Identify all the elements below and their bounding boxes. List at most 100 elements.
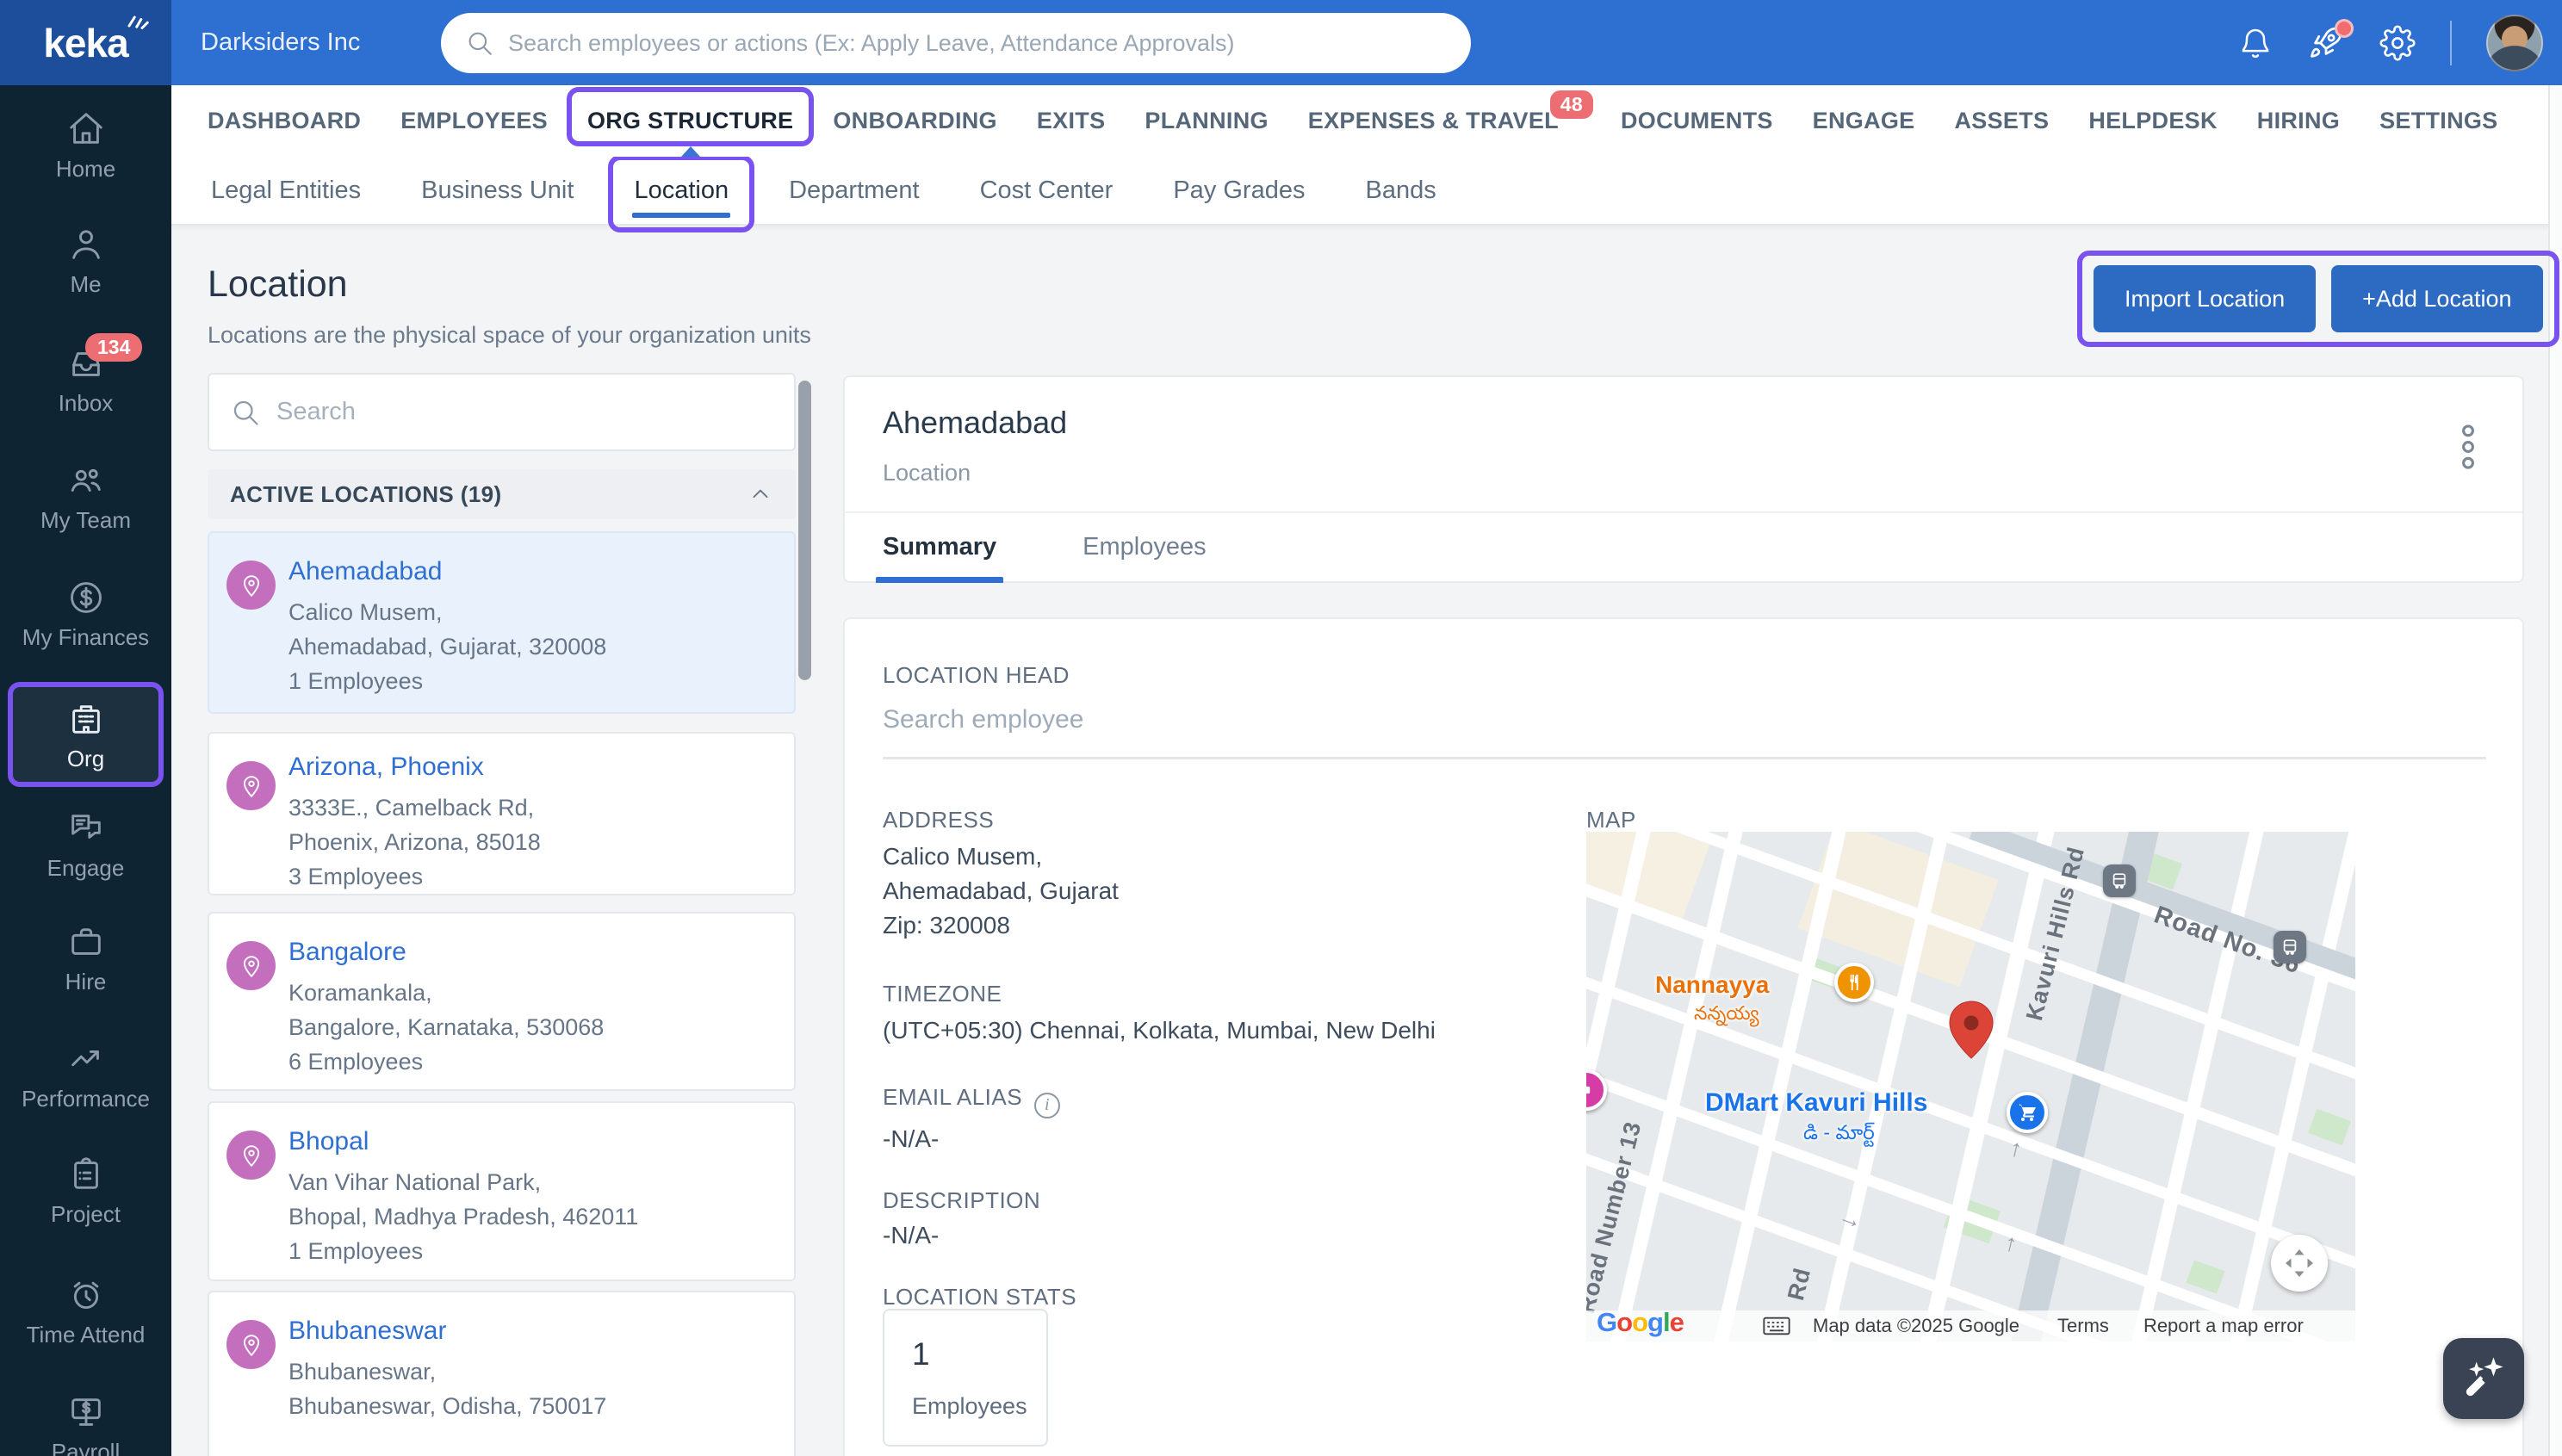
nav-documents[interactable]: DOCUMENTS [1621,85,1773,157]
subnav-cost-center[interactable]: Cost Center [980,157,1114,224]
sidebar-item-me[interactable]: Me [0,225,171,321]
restaurant-pin-icon[interactable] [1834,963,1874,1002]
nav-exits[interactable]: EXITS [1037,85,1106,157]
nav-org-structure[interactable]: ORG STRUCTURE [566,85,815,157]
map-green-area [2308,1108,2351,1146]
page-subtitle: Locations are the physical space of your… [208,322,811,348]
google-logo[interactable]: Google [1597,1307,1684,1338]
page-scrollbar[interactable] [2548,85,2562,1456]
sidebar-item-inbox[interactable]: 134 Inbox [0,333,171,440]
location-card-arizona[interactable]: Arizona, Phoenix 3333E., Camelback Rd, P… [208,732,796,895]
nav-engage[interactable]: ENGAGE [1813,85,1915,157]
location-search-input[interactable] [276,398,773,426]
keyboard-icon[interactable] [1763,1317,1790,1335]
clipboard-icon [73,1157,98,1189]
subnav-pay-grades[interactable]: Pay Grades [1173,157,1305,224]
nav-onboarding[interactable]: ONBOARDING [833,85,997,157]
nav-expenses-travel[interactable]: EXPENSES & TRAVEL 48 [1308,85,1593,157]
company-name: Darksiders Inc [201,28,361,56]
map-pan-control[interactable] [2271,1235,2328,1292]
magic-wand-button[interactable] [2443,1338,2524,1419]
address-zip: Zip: 320008 [883,912,1010,939]
location-pin-icon [226,761,276,810]
location-pin-icon [226,561,276,610]
settings-gear-icon[interactable] [2379,24,2416,61]
add-location-button[interactable]: +Add Location [2331,265,2543,332]
sidebar-item-hire[interactable]: Hire [0,922,171,1019]
subnav-department[interactable]: Department [789,157,920,224]
notifications-bell-icon[interactable] [2238,26,2273,60]
subnav-business-unit[interactable]: Business Unit [421,157,574,224]
sidebar-item-time-attend[interactable]: Time Attend [0,1275,171,1372]
description-value: -N/A- [883,1222,940,1248]
bus-stop-icon[interactable] [2103,864,2136,897]
location-card-bhopal[interactable]: Bhopal Van Vihar National Park, Bhopal, … [208,1101,796,1281]
sidebar-item-engage[interactable]: Engage [0,809,171,905]
chevron-up-icon [753,489,768,499]
list-scrollbar-thumb[interactable] [798,381,811,680]
sidebar-item-payroll[interactable]: Payroll [0,1392,171,1456]
location-marker-pin[interactable] [1948,1001,1994,1063]
keka-logo[interactable]: keka [0,0,171,85]
description-label: DESCRIPTION [883,1187,1041,1213]
location-card-bhubaneswar[interactable]: Bhubaneswar Bhubaneswar, Bhubaneswar, Od… [208,1291,796,1456]
location-card-bangalore[interactable]: Bangalore Koramankala, Bangalore, Karnat… [208,912,796,1091]
location-summary-panel: LOCATION HEAD ADDRESS Calico Musem, Ahem… [843,617,2524,1456]
location-card-ahemadabad[interactable]: Ahemadabad Calico Musem, Ahemadabad, Guj… [208,531,796,714]
summary-tab-underline [876,577,1004,583]
subnav-bands[interactable]: Bands [1365,157,1436,224]
address-label: ADDRESS [883,807,995,833]
nav-helpdesk[interactable]: HELPDESK [2088,85,2217,157]
sidebar-item-my-team[interactable]: My Team [0,461,171,557]
location-name[interactable]: Arizona, Phoenix [288,753,773,782]
info-icon[interactable]: i [1034,1092,1061,1118]
location-list-search[interactable] [208,373,796,451]
poi-nannayya-label[interactable]: Nannayya [1655,971,1769,999]
brand-text: keka [43,20,128,65]
nav-dashboard[interactable]: DASHBOARD [208,85,361,157]
bus-stop-icon[interactable] [2274,931,2306,963]
nav-employees[interactable]: EMPLOYEES [400,85,548,157]
sidebar-item-org[interactable]: Org [0,682,171,787]
google-map[interactable]: ↑ ↑ ↑ Kavuri Hills Rd Road No. 36 Road N… [1586,832,2355,1341]
poi-dmart-sublabel: డి - మార్ట్ [1803,1121,1875,1143]
location-name[interactable]: Ahemadabad [288,557,773,586]
poi-dmart-label[interactable]: DMart Kavuri Hills [1705,1088,1927,1118]
tab-employees[interactable]: Employees [1082,511,1206,583]
nav-settings[interactable]: SETTINGS [2379,85,2497,157]
nav-planning[interactable]: PLANNING [1145,85,1268,157]
import-location-button[interactable]: Import Location [2094,265,2317,332]
store-pin-icon[interactable] [2007,1092,2048,1133]
location-detail-header: Ahemadabad Location Summary Employees [843,375,2524,583]
topbar-divider [2450,20,2452,65]
location-employee-count: 6 Employees [288,1049,424,1075]
global-search[interactable] [441,13,1471,73]
sidebar-item-performance[interactable]: Performance [0,1039,171,1136]
page-title: Location [208,263,348,305]
sidebar-item-project[interactable]: Project [0,1155,171,1251]
location-name[interactable]: Bangalore [288,938,773,967]
subnav-legal-entities[interactable]: Legal Entities [211,157,361,224]
sidebar-item-my-finances[interactable]: My Finances [0,578,171,674]
active-locations-header[interactable]: ACTIVE LOCATIONS (19) [208,469,796,519]
nav-hiring[interactable]: HIRING [2257,85,2340,157]
location-head-search-input[interactable] [883,705,2486,734]
global-search-input[interactable] [508,29,1447,57]
detail-subtitle: Location [883,460,971,486]
timezone-value: (UTC+05:30) Chennai, Kolkata, Mumbai, Ne… [883,1017,1436,1044]
tab-summary[interactable]: Summary [876,511,1004,583]
location-employee-count: 1 Employees [288,1238,424,1264]
whats-new-rocket-icon[interactable] [2307,18,2354,62]
sidebar-item-home[interactable]: Home [0,109,171,206]
map-terms-link[interactable]: Terms [2057,1315,2109,1337]
map-report-error-link[interactable]: Report a map error [2143,1315,2304,1337]
user-avatar[interactable] [2486,14,2543,71]
subnav-location[interactable]: Location [608,155,755,232]
location-name[interactable]: Bhopal [288,1127,773,1156]
team-icon [71,468,101,492]
location-name[interactable]: Bhubaneswar [288,1317,773,1346]
street-label-rd: Rd [1783,1265,1816,1304]
stats-value: 1 [912,1336,930,1372]
nav-assets[interactable]: ASSETS [1955,85,2050,157]
kebab-menu-icon[interactable] [2459,424,2478,474]
